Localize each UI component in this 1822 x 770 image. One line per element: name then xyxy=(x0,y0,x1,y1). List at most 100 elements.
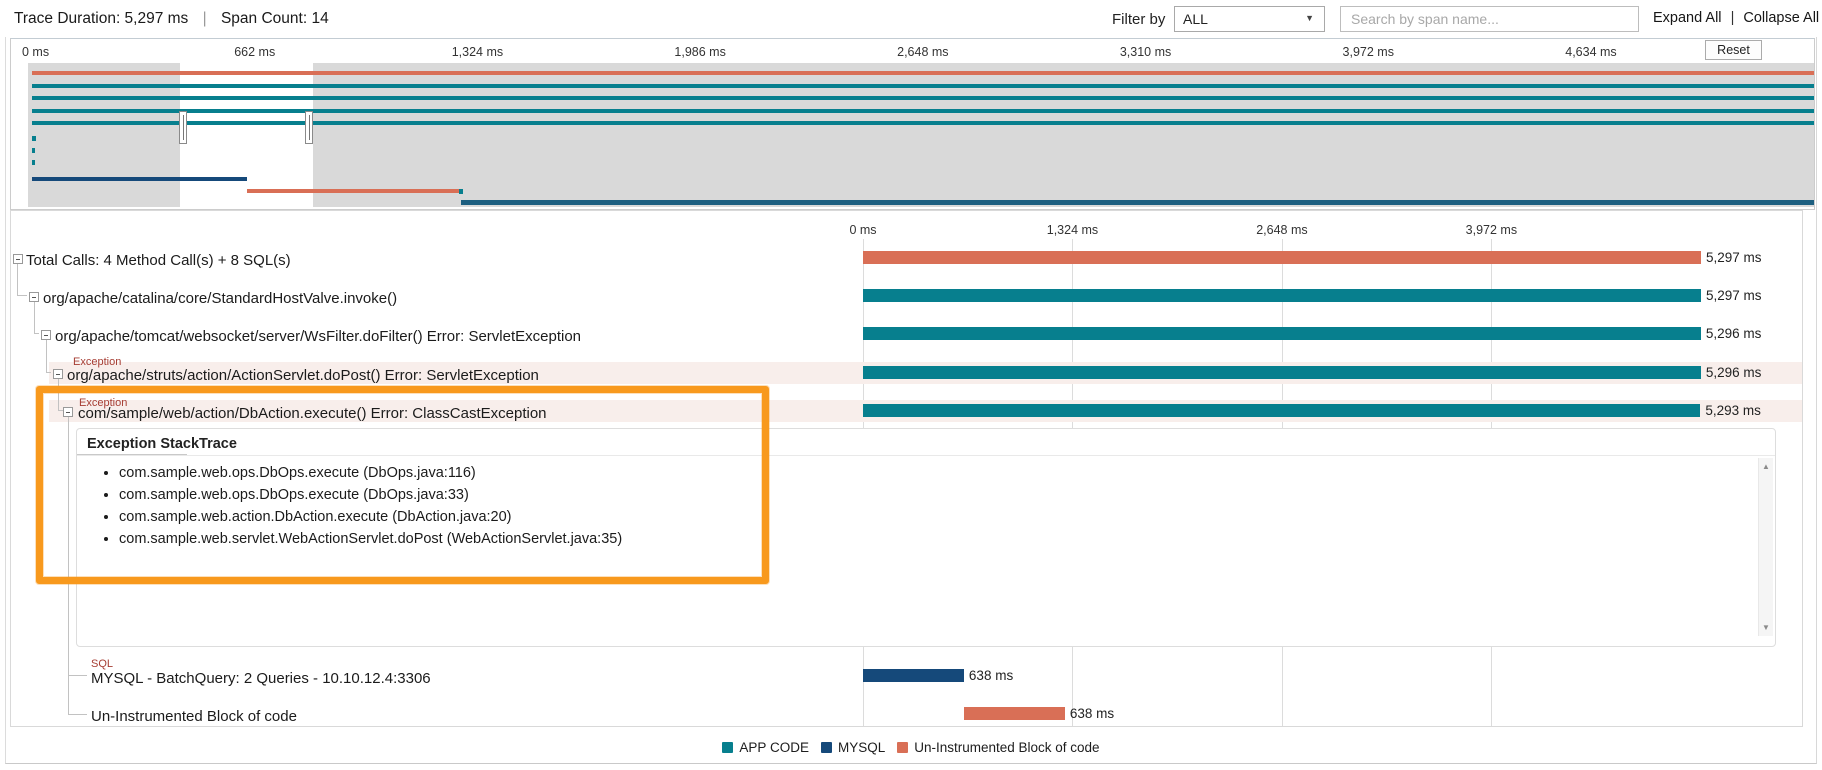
chevron-down-icon: ▼ xyxy=(1305,13,1314,23)
ruler-tick-label: 1,324 ms xyxy=(452,45,503,59)
minimap-bar xyxy=(461,200,1814,205)
span-label[interactable]: MYSQL - BatchQuery: 2 Queries - 10.10.12… xyxy=(91,670,431,687)
collapse-toggle[interactable] xyxy=(29,292,39,302)
stacktrace-item: com.sample.web.ops.DbOps.execute (DbOps.… xyxy=(119,465,622,487)
span-duration-label: 638 ms xyxy=(969,669,1013,682)
ruler-tick-label: 2,648 ms xyxy=(897,45,948,59)
span-duration-bar[interactable] xyxy=(863,289,1701,302)
trace-viewer-page: Trace Duration: 5,297 ms | Span Count: 1… xyxy=(0,0,1822,770)
timeline-axis-label: 2,648 ms xyxy=(1256,223,1307,237)
minimap-bar xyxy=(32,96,1814,100)
span-duration-label: 5,293 ms xyxy=(1705,404,1761,417)
scroll-down-icon[interactable]: ▼ xyxy=(1759,623,1773,632)
span-duration-label: 5,297 ms xyxy=(1706,289,1762,302)
expand-collapse-links: Expand All | Collapse All xyxy=(1653,10,1819,26)
minimap-bar xyxy=(32,177,247,181)
span-duration-bar[interactable] xyxy=(863,366,1701,379)
collapse-toggle[interactable] xyxy=(53,369,63,379)
minimap-bar xyxy=(32,121,1814,125)
ruler-tick-label: 3,310 ms xyxy=(1120,45,1171,59)
stacktrace-item: com.sample.web.action.DbAction.execute (… xyxy=(119,509,622,531)
legend-swatch xyxy=(897,742,908,753)
minimap-handle-right[interactable] xyxy=(305,111,313,144)
tree-connector xyxy=(34,302,35,333)
links-separator: | xyxy=(1731,10,1735,26)
minimap-handle-left[interactable] xyxy=(179,111,187,144)
trace-duration-text: Trace Duration: 5,297 ms xyxy=(14,10,188,27)
trace-summary: Trace Duration: 5,297 ms | Span Count: 1… xyxy=(14,10,329,28)
tree-connector xyxy=(34,333,39,334)
minimap-bar xyxy=(32,109,1814,113)
span-duration-label: 638 ms xyxy=(1070,707,1114,720)
sql-tag: SQL xyxy=(91,658,113,670)
main-panel: 0 ms 1,324 ms 2,648 ms 3,972 ms Total Calls… xyxy=(10,210,1803,727)
stacktrace-divider xyxy=(77,455,1775,456)
scroll-up-icon[interactable]: ▲ xyxy=(1759,462,1773,471)
filter-dropdown-value: ALL xyxy=(1183,11,1208,27)
tree-connector xyxy=(46,340,47,372)
summary-separator: | xyxy=(203,10,207,27)
span-duration-bar[interactable] xyxy=(863,251,1701,264)
legend-label: APP CODE xyxy=(739,740,809,755)
stacktrace-item: com.sample.web.servlet.WebActionServlet.… xyxy=(119,531,622,553)
filter-by-label: Filter by xyxy=(1112,11,1165,28)
tree-connector xyxy=(68,416,69,714)
span-duration-label: 5,296 ms xyxy=(1706,327,1762,340)
span-label[interactable]: Total Calls: 4 Method Call(s) + 8 SQL(s) xyxy=(26,252,291,269)
stacktrace-scrollbar[interactable]: ▲ ▼ xyxy=(1758,458,1773,636)
stacktrace-panel: Exception StackTrace com.sample.web.ops.… xyxy=(76,428,1776,647)
collapse-toggle[interactable] xyxy=(41,330,51,340)
tree-connector xyxy=(68,675,87,676)
tree-connector xyxy=(46,372,51,373)
ruler-tick-label: 1,986 ms xyxy=(674,45,725,59)
span-duration-bar[interactable] xyxy=(863,669,964,682)
tree-connector xyxy=(17,295,27,296)
minimap-bar xyxy=(32,136,36,141)
timeline-axis-label: 3,972 ms xyxy=(1466,223,1517,237)
span-label[interactable]: org/apache/struts/action/ActionServlet.d… xyxy=(67,367,539,384)
minimap-bar xyxy=(32,71,1814,75)
stacktrace-title: Exception StackTrace xyxy=(87,436,237,452)
collapse-toggle[interactable] xyxy=(63,407,73,417)
ruler-tick-label: 4,634 ms xyxy=(1565,45,1616,59)
span-duration-bar[interactable] xyxy=(964,707,1065,720)
minimap-bar xyxy=(32,84,1814,88)
span-label[interactable]: com/sample/web/action/DbAction.execute()… xyxy=(78,405,547,422)
legend: APP CODE MYSQL Un-Instrumented Block of co… xyxy=(0,737,1822,757)
legend-swatch xyxy=(821,742,832,753)
span-count-text: Span Count: 14 xyxy=(221,10,329,27)
legend-label: Un-Instrumented Block of code xyxy=(914,740,1099,755)
span-duration-label: 5,297 ms xyxy=(1706,251,1762,264)
ruler-tick-label: 0 ms xyxy=(22,45,49,59)
tree-connector xyxy=(68,714,87,715)
span-duration-bar[interactable] xyxy=(863,327,1701,340)
expand-all-link[interactable]: Expand All xyxy=(1653,10,1722,26)
legend-label: MYSQL xyxy=(838,740,885,755)
minimap-bar xyxy=(247,189,462,193)
topbar: Trace Duration: 5,297 ms | Span Count: 1… xyxy=(0,0,1822,37)
legend-item[interactable]: Un-Instrumented Block of code xyxy=(897,740,1099,755)
stacktrace-list: com.sample.web.ops.DbOps.execute (DbOps.… xyxy=(119,465,622,553)
legend-item[interactable]: MYSQL xyxy=(821,740,885,755)
collapse-toggle[interactable] xyxy=(13,254,23,264)
timeline-axis-label: 1,324 ms xyxy=(1047,223,1098,237)
minimap-bar xyxy=(32,148,35,153)
timeline-axis-label: 0 ms xyxy=(849,223,876,237)
span-label[interactable]: Un-Instrumented Block of code xyxy=(91,708,297,725)
ruler-tick-label: 662 ms xyxy=(234,45,275,59)
span-duration-label: 5,296 ms xyxy=(1706,366,1762,379)
span-duration-bar[interactable] xyxy=(863,404,1700,417)
minimap-panel: 0 ms 662 ms 1,324 ms 1,986 ms 2,648 ms 3,310 … xyxy=(10,38,1815,210)
stacktrace-item: com.sample.web.ops.DbOps.execute (DbOps.… xyxy=(119,487,622,509)
legend-item[interactable]: APP CODE xyxy=(722,740,809,755)
collapse-all-link[interactable]: Collapse All xyxy=(1743,10,1819,26)
span-label[interactable]: org/apache/tomcat/websocket/server/WsFil… xyxy=(55,328,581,345)
span-label[interactable]: org/apache/catalina/core/StandardHostVal… xyxy=(43,290,397,307)
legend-swatch xyxy=(722,742,733,753)
filter-dropdown[interactable]: ALL ▼ xyxy=(1174,6,1325,32)
minimap-bar xyxy=(32,160,35,165)
reset-button[interactable]: Reset xyxy=(1705,40,1762,60)
tree-connector xyxy=(58,378,59,410)
minimap-bar xyxy=(459,189,462,195)
span-search-input[interactable] xyxy=(1340,6,1639,32)
